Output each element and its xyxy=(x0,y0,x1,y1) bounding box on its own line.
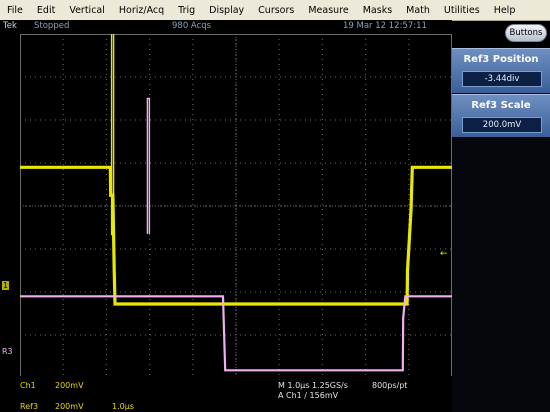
menu-utilities[interactable]: Utilities xyxy=(437,5,487,16)
ref3-spike-0 xyxy=(146,97,151,234)
menu-math[interactable]: Math xyxy=(399,5,437,16)
date-time: 19 Mar 12 12:57:11 xyxy=(343,21,427,31)
menu-trig[interactable]: Trig xyxy=(171,5,202,16)
side-panel: Ref3 Position -3.44div Ref3 Scale 200.0m… xyxy=(452,48,550,412)
menu-file[interactable]: File xyxy=(0,5,30,16)
trigger-readout[interactable]: A Ch1 ∕ 156mV xyxy=(278,391,338,400)
ref3-timebase[interactable]: 1.0µs xyxy=(112,402,134,411)
menu-display[interactable]: Display xyxy=(202,5,251,16)
menu-masks[interactable]: Masks xyxy=(356,5,399,16)
menu-measure[interactable]: Measure xyxy=(301,5,355,16)
run-state: Stopped xyxy=(34,21,70,31)
waveform-display[interactable] xyxy=(20,34,452,378)
menu-bar: File Edit Vertical Horiz/Acq Trig Displa… xyxy=(0,0,550,21)
resolution-readout[interactable]: 800ps/pt xyxy=(372,381,407,390)
ch1-ground-marker[interactable]: 1 xyxy=(2,281,10,290)
ref3-label[interactable]: Ref3 xyxy=(20,402,38,411)
graticule xyxy=(20,34,452,378)
ref3-position-value[interactable]: -3.44div xyxy=(462,71,542,87)
menu-edit[interactable]: Edit xyxy=(30,5,62,16)
buttons-button[interactable]: Buttons xyxy=(505,24,547,42)
ref3-position-panel[interactable]: Ref3 Position -3.44div xyxy=(452,48,550,93)
ref3-scale-value[interactable]: 200.0mV xyxy=(462,117,542,133)
ref3-position-title: Ref3 Position xyxy=(463,54,539,65)
ch1-scale[interactable]: 200mV xyxy=(55,381,84,390)
brand-label: Tek xyxy=(3,21,17,31)
menu-help[interactable]: Help xyxy=(487,5,523,16)
ch1-label[interactable]: Ch1 xyxy=(20,381,36,390)
ref3-scale-title: Ref3 Scale xyxy=(471,100,531,111)
acquisition-count: 980 Acqs xyxy=(172,21,212,31)
status-bar: Tek Stopped 980 Acqs 19 Mar 12 12:57:11 xyxy=(0,20,452,34)
ref3-scale-panel[interactable]: Ref3 Scale 200.0mV xyxy=(452,94,550,137)
ref3-scale[interactable]: 200mV xyxy=(55,402,84,411)
ref3-ground-marker[interactable]: R3 xyxy=(2,347,13,356)
menu-cursors[interactable]: Cursors xyxy=(251,5,301,16)
menu-horiz-acq[interactable]: Horiz/Acq xyxy=(112,5,171,16)
readout-area: Ch1 200mV Ref3 200mV 1.0µs M 1.0µs 1.25G… xyxy=(0,376,452,412)
menu-vertical[interactable]: Vertical xyxy=(62,5,112,16)
trigger-level-arrow-icon: ← xyxy=(440,249,448,259)
timebase-readout[interactable]: M 1.0µs 1.25GS/s xyxy=(278,381,348,390)
